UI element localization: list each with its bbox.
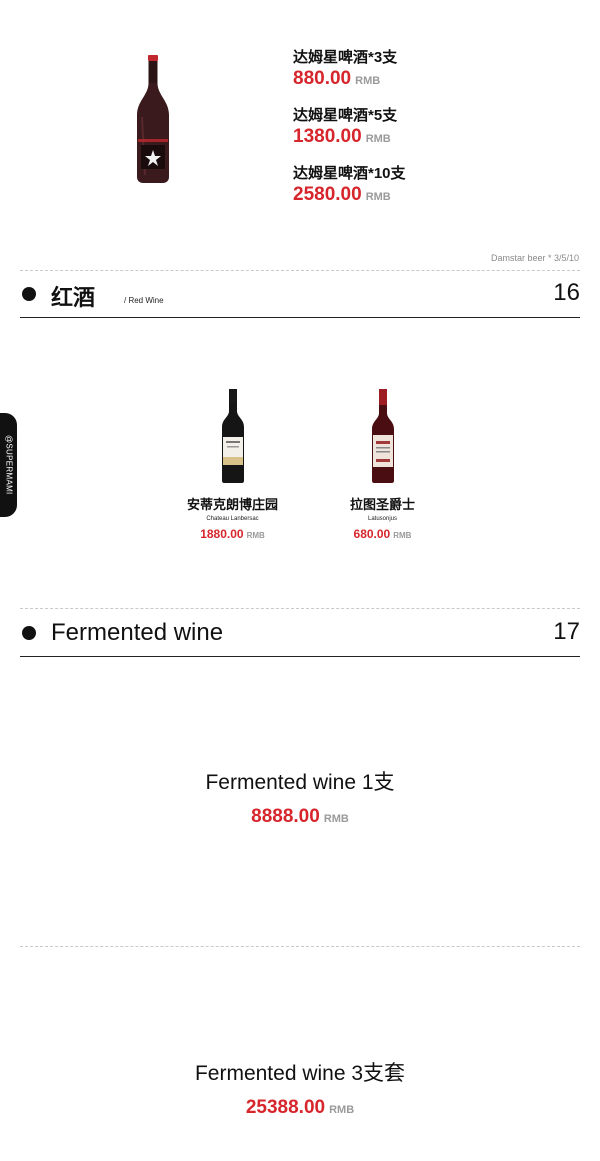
wine-english-name: Latusonjus	[367, 516, 398, 522]
section-divider	[20, 608, 580, 609]
offer-unit: RMB	[365, 191, 391, 203]
offer-price: 880.00	[293, 68, 352, 89]
section-title-fermented-wine: Fermented wine	[51, 619, 224, 646]
offer-name: 达姆星啤酒*3支	[293, 49, 398, 66]
beer-offers-list: 达姆星啤酒*3支 880.00 RMB 达姆星啤酒*5支 1380.00 RMB 达…	[293, 48, 406, 222]
menu-page: 达姆星啤酒*3支 880.00 RMB 达姆星啤酒*5支 1380.00 RMB 达…	[0, 0, 600, 1161]
beer-footnote: Damstar beer * 3/5/10	[490, 253, 579, 263]
fermented-item-3-set[interactable]: Fermented wine 3支套 25388.00 RMB	[0, 1061, 600, 1119]
offer-name: 达姆星啤酒*5支	[293, 107, 398, 124]
section-underline	[20, 317, 580, 318]
wine-item-lanbersac[interactable]: 安蒂克朗博庄园 Chateau Lanbersac 1880.00 RMB	[165, 389, 300, 543]
wine-bottle-image	[371, 389, 394, 483]
bullet-icon	[22, 626, 36, 640]
fermented-item-unit: RMB	[329, 1104, 355, 1116]
fermented-item-unit: RMB	[323, 813, 349, 825]
fermented-item-name: Fermented wine 1支	[205, 771, 395, 794]
wine-item-latusonjus[interactable]: 拉图圣爵士 Latusonjus 680.00 RMB	[315, 389, 450, 543]
offer-unit: RMB	[355, 75, 381, 87]
wine-bottle-image	[221, 389, 244, 483]
offer-unit: RMB	[365, 133, 391, 145]
section-divider	[20, 270, 580, 271]
wine-unit: RMB	[393, 531, 412, 540]
side-tab[interactable]: @SUPERMAMI	[0, 413, 17, 517]
wine-unit: RMB	[246, 531, 265, 540]
beer-offer-10[interactable]: 达姆星啤酒*10支 2580.00 RMB	[293, 164, 406, 209]
item-divider	[20, 946, 580, 947]
section-underline	[20, 656, 580, 657]
fermented-item-price: 25388.00	[245, 1097, 326, 1118]
wine-english-name: Chateau Lanbersac	[206, 516, 259, 522]
wine-name: 拉图圣爵士	[349, 497, 415, 512]
beer-offer-3[interactable]: 达姆星啤酒*3支 880.00 RMB	[293, 48, 406, 93]
section-title-red-wine: 红酒	[51, 285, 96, 310]
beer-offer-5[interactable]: 达姆星啤酒*5支 1380.00 RMB	[293, 106, 406, 151]
section-subtitle-red-wine: / Red Wine	[124, 296, 164, 305]
offer-price: 2580.00	[293, 184, 362, 205]
offer-price: 1380.00	[293, 126, 362, 147]
fermented-item-name: Fermented wine 3支套	[194, 1062, 406, 1085]
offer-name: 达姆星啤酒*10支	[293, 165, 406, 182]
wine-price: 680.00	[353, 527, 391, 541]
section-number: 16	[553, 279, 580, 306]
wine-price: 1880.00	[200, 527, 244, 541]
side-tab-label: @SUPERMAMI	[4, 435, 14, 495]
bullet-icon	[22, 287, 36, 301]
fermented-item-price: 8888.00	[251, 806, 320, 827]
fermented-item-1[interactable]: Fermented wine 1支 8888.00 RMB	[0, 770, 600, 828]
wine-name: 安蒂克朗博庄园	[186, 497, 278, 512]
section-number: 17	[553, 618, 580, 645]
beer-bottle-image	[137, 55, 169, 183]
